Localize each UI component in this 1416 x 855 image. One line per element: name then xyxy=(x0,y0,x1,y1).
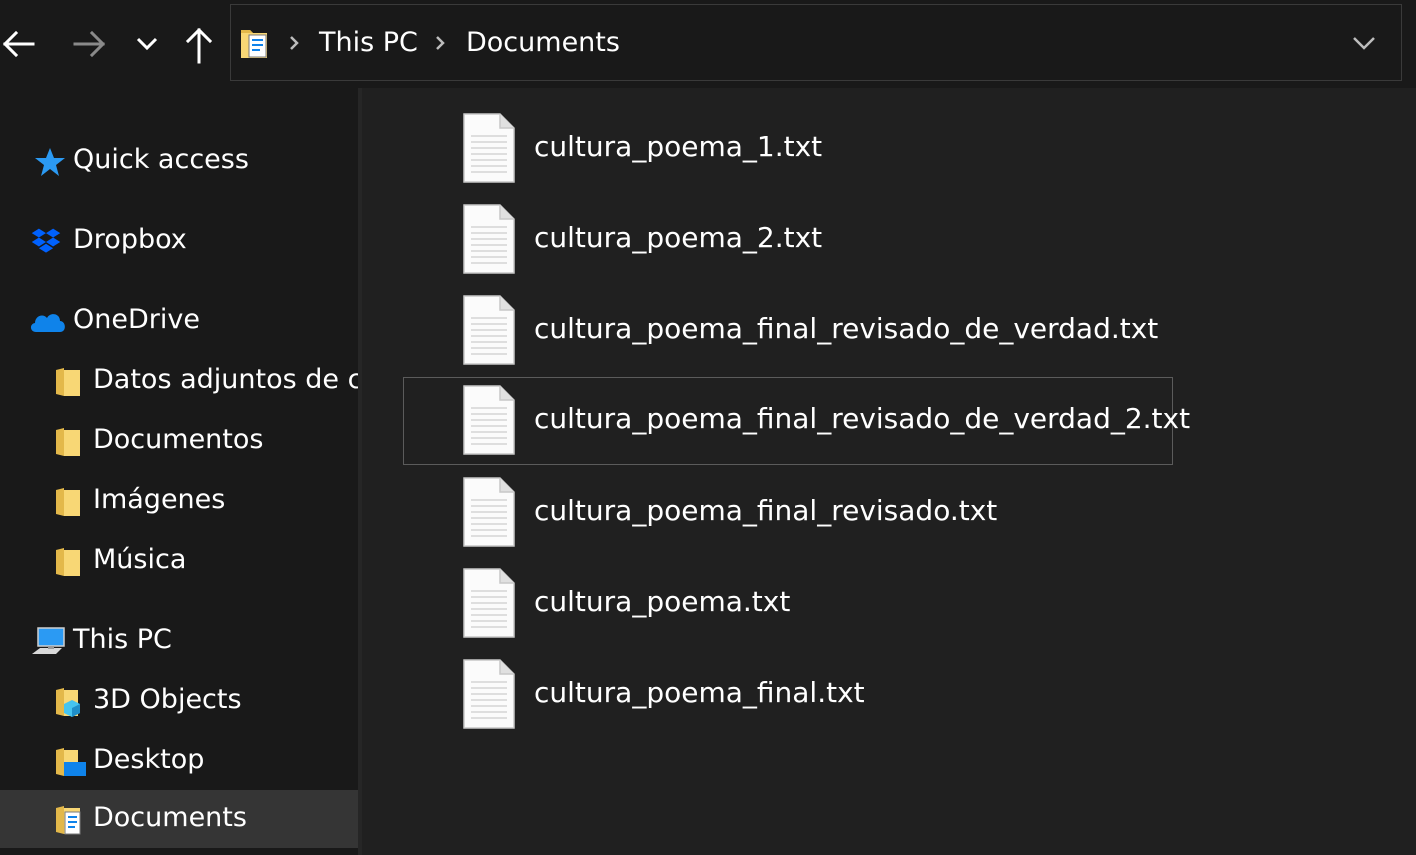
sidebar-item-datos-adjuntos[interactable]: Datos adjuntos de c xyxy=(0,352,358,410)
cloud-icon xyxy=(30,314,65,332)
breadcrumb-separator-icon[interactable] xyxy=(433,33,447,53)
file-item[interactable]: cultura_poema.txt xyxy=(403,560,1173,648)
arrow-right-icon xyxy=(73,30,106,58)
sidebar-item-label: Datos adjuntos de c xyxy=(93,364,358,395)
sidebar-item-onedrive[interactable]: OneDrive xyxy=(0,292,358,350)
sidebar-item-label: This PC xyxy=(73,624,172,655)
file-name: cultura_poema_final_revisado_de_verdad_2… xyxy=(534,402,1191,435)
documents-folder-icon xyxy=(241,30,267,58)
text-file-icon xyxy=(463,659,515,729)
text-file-icon xyxy=(463,568,515,638)
text-file-icon xyxy=(463,477,515,547)
file-name: cultura_poema_final.txt xyxy=(534,676,865,709)
text-file-icon xyxy=(463,295,515,365)
sidebar-item-this-pc[interactable]: This PC xyxy=(0,612,358,670)
file-list[interactable]: cultura_poema_1.txt cultura_poema_2.txt … xyxy=(362,88,1416,855)
text-file-icon xyxy=(463,204,515,274)
sidebar-item-3d-objects[interactable]: 3D Objects xyxy=(0,672,358,730)
file-explorer-window: This PC Documents Quick access Dropbox O… xyxy=(0,0,1416,855)
computer-icon xyxy=(32,627,65,654)
file-name: cultura_poema_final_revisado_de_verdad.t… xyxy=(534,312,1159,345)
back-button[interactable] xyxy=(0,22,36,66)
documents-folder-icon xyxy=(56,806,81,835)
star-icon xyxy=(35,148,65,176)
text-file-icon xyxy=(463,385,515,455)
arrow-up-icon xyxy=(185,27,213,64)
sidebar-item-label: OneDrive xyxy=(73,304,200,335)
breadcrumb-separator-icon[interactable] xyxy=(287,33,301,53)
sidebar-item-musica[interactable]: Música xyxy=(0,532,358,590)
sidebar-item-label: Dropbox xyxy=(73,224,187,255)
sidebar-item-label: Documents xyxy=(93,802,247,833)
forward-button[interactable] xyxy=(72,22,108,66)
folder-icon xyxy=(56,488,80,516)
file-item[interactable]: cultura_poema_final.txt xyxy=(403,651,1173,739)
sidebar-item-desktop[interactable]: Desktop xyxy=(0,732,358,790)
file-item[interactable]: cultura_poema_final_revisado_de_verdad_2… xyxy=(403,377,1190,465)
folder-icon xyxy=(56,428,80,456)
file-item[interactable]: cultura_poema_2.txt xyxy=(403,196,1173,284)
file-name: cultura_poema.txt xyxy=(534,585,791,618)
up-button[interactable] xyxy=(182,24,216,66)
sidebar-item-label: Desktop xyxy=(93,744,205,775)
desktop-folder-icon xyxy=(56,748,86,776)
3d-objects-folder-icon xyxy=(56,688,80,717)
file-item[interactable]: cultura_poema_1.txt xyxy=(403,105,1173,193)
sidebar-item-quick-access[interactable]: Quick access xyxy=(0,132,358,190)
breadcrumb-documents[interactable]: Documents xyxy=(466,25,620,61)
navigation-pane[interactable]: Quick access Dropbox OneDrive Datos adju… xyxy=(0,88,358,855)
chevron-down-icon xyxy=(136,37,158,51)
folder-icon xyxy=(56,368,80,396)
sidebar-item-label: Documentos xyxy=(93,424,264,455)
file-name: cultura_poema_final_revisado.txt xyxy=(534,494,998,527)
sidebar-item-label: 3D Objects xyxy=(93,684,242,715)
sidebar-item-documents[interactable]: Documents xyxy=(0,790,358,848)
file-item[interactable]: cultura_poema_final_revisado.txt xyxy=(403,469,1173,557)
file-name: cultura_poema_1.txt xyxy=(534,130,823,163)
sidebar-item-label: Quick access xyxy=(73,144,249,175)
address-bar[interactable]: This PC Documents xyxy=(230,4,1402,81)
arrow-left-icon xyxy=(2,30,35,58)
file-item[interactable]: cultura_poema_final_revisado_de_verdad.t… xyxy=(403,287,1173,375)
sidebar-item-dropbox[interactable]: Dropbox xyxy=(0,212,358,270)
sidebar-item-imagenes[interactable]: Imágenes xyxy=(0,472,358,530)
dropbox-icon xyxy=(31,228,61,253)
address-history-dropdown-icon[interactable] xyxy=(1349,31,1379,55)
sidebar-item-documentos[interactable]: Documentos xyxy=(0,412,358,470)
file-name: cultura_poema_2.txt xyxy=(534,221,823,254)
sidebar-item-label: Música xyxy=(93,544,187,575)
text-file-icon xyxy=(463,113,515,183)
recent-locations-button[interactable] xyxy=(132,28,162,60)
breadcrumb-this-pc[interactable]: This PC xyxy=(319,25,418,61)
folder-icon xyxy=(56,548,80,576)
sidebar-item-label: Imágenes xyxy=(93,484,226,515)
